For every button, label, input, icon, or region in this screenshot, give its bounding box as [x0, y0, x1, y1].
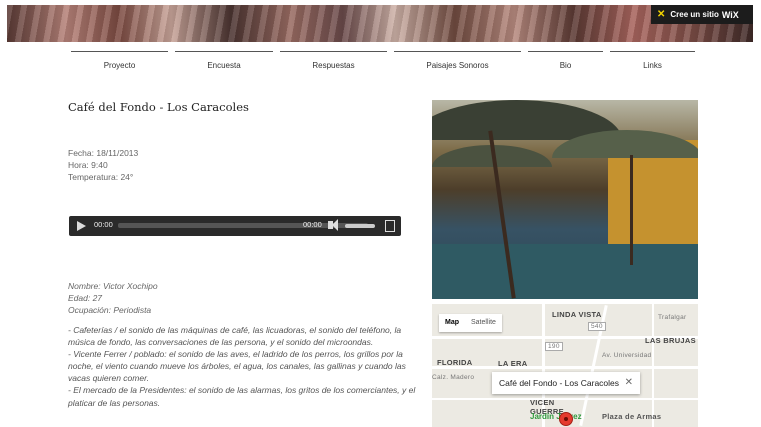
map-road	[432, 398, 698, 400]
response-item: - Vicente Ferrer / poblado: el sonido de…	[68, 349, 406, 384]
map-info-window: Café del Fondo - Los Caracoles ✕	[492, 372, 640, 394]
response-item: - El mercado de la Presidentes: el sonid…	[68, 385, 416, 408]
page-title: Café del Fondo - Los Caracoles	[68, 100, 249, 114]
map-label: Av. Universidad	[602, 352, 652, 359]
location-map[interactable]: Map Satellite LINDA VISTA 540 Trafalgar …	[432, 304, 698, 427]
wix-ad-label: Cree un sitio	[670, 10, 719, 19]
interviewee-info: Nombre: Victor Xochipo Edad: 27 Ocupació…	[68, 280, 158, 316]
header-banner: ✕ Cree un sitio WiX	[7, 5, 753, 42]
interviewee-name: Nombre: Victor Xochipo	[68, 281, 158, 291]
nav-proyecto[interactable]: Proyecto	[71, 51, 168, 74]
map-type-map[interactable]: Map	[439, 314, 465, 332]
map-label: FLORIDA	[437, 358, 473, 367]
map-label: LAS BRUJAS	[645, 336, 696, 345]
map-type-satellite[interactable]: Satellite	[465, 314, 502, 332]
map-road-shield: 190	[545, 342, 563, 351]
map-info-title: Café del Fondo - Los Caracoles	[499, 378, 620, 388]
map-label: Calz. Madero	[432, 374, 475, 381]
photo-floor	[432, 244, 698, 299]
map-road	[652, 304, 654, 427]
nav-paisajes-sonoros[interactable]: Paisajes Sonoros	[394, 51, 521, 74]
duration-time: 00:00	[303, 220, 322, 229]
nav-encuesta[interactable]: Encuesta	[175, 51, 273, 74]
map-type-control: Map Satellite	[439, 314, 502, 332]
responses-text: - Cafeterías / el sonido de las máquinas…	[68, 324, 428, 409]
volume-slider[interactable]	[345, 224, 375, 228]
cafe-photo	[432, 100, 698, 299]
map-label: LA ERA	[498, 359, 528, 368]
play-icon[interactable]	[77, 221, 86, 231]
map-label-jardin: Jardín Juárez	[530, 412, 582, 421]
recording-time: Hora: 9:40	[68, 160, 108, 170]
download-icon[interactable]	[385, 220, 395, 232]
nav-bio[interactable]: Bio	[528, 51, 603, 74]
wix-ad-button[interactable]: ✕ Cree un sitio WiX	[651, 5, 753, 24]
response-item: - Cafeterías / el sonido de las máquinas…	[68, 325, 402, 348]
interviewee-occupation: Ocupación: Periodista	[68, 305, 152, 315]
recording-date: Fecha: 18/11/2013	[68, 148, 139, 158]
map-label-plaza: Plaza de Armas	[602, 412, 662, 421]
wix-brand: WiX	[721, 9, 739, 20]
nav-links[interactable]: Links	[610, 51, 695, 74]
audio-player: 00:00 00:00	[69, 216, 401, 236]
map-road-shield: 540	[588, 322, 606, 331]
photo-wall	[608, 140, 698, 260]
map-info-close-icon[interactable]: ✕	[625, 372, 633, 394]
banner-photo-strip	[7, 5, 753, 42]
map-label: VICEN	[530, 398, 555, 407]
nav-respuestas[interactable]: Respuestas	[280, 51, 387, 74]
interviewee-age: Edad: 27	[68, 293, 103, 303]
current-time: 00:00	[94, 220, 113, 229]
photo-pole	[630, 155, 633, 265]
map-marker-icon[interactable]	[559, 412, 573, 426]
wix-x-icon: ✕	[657, 9, 666, 20]
recording-temperature: Temperatura: 24°	[68, 172, 134, 182]
map-label: Trafalgar	[658, 314, 687, 321]
recording-meta: Fecha: 18/11/2013 Hora: 9:40 Temperatura…	[68, 147, 138, 183]
volume-icon[interactable]	[328, 219, 338, 231]
main-nav: Proyecto Encuesta Respuestas Paisajes So…	[0, 51, 761, 73]
map-label: LINDA VISTA	[552, 310, 602, 319]
